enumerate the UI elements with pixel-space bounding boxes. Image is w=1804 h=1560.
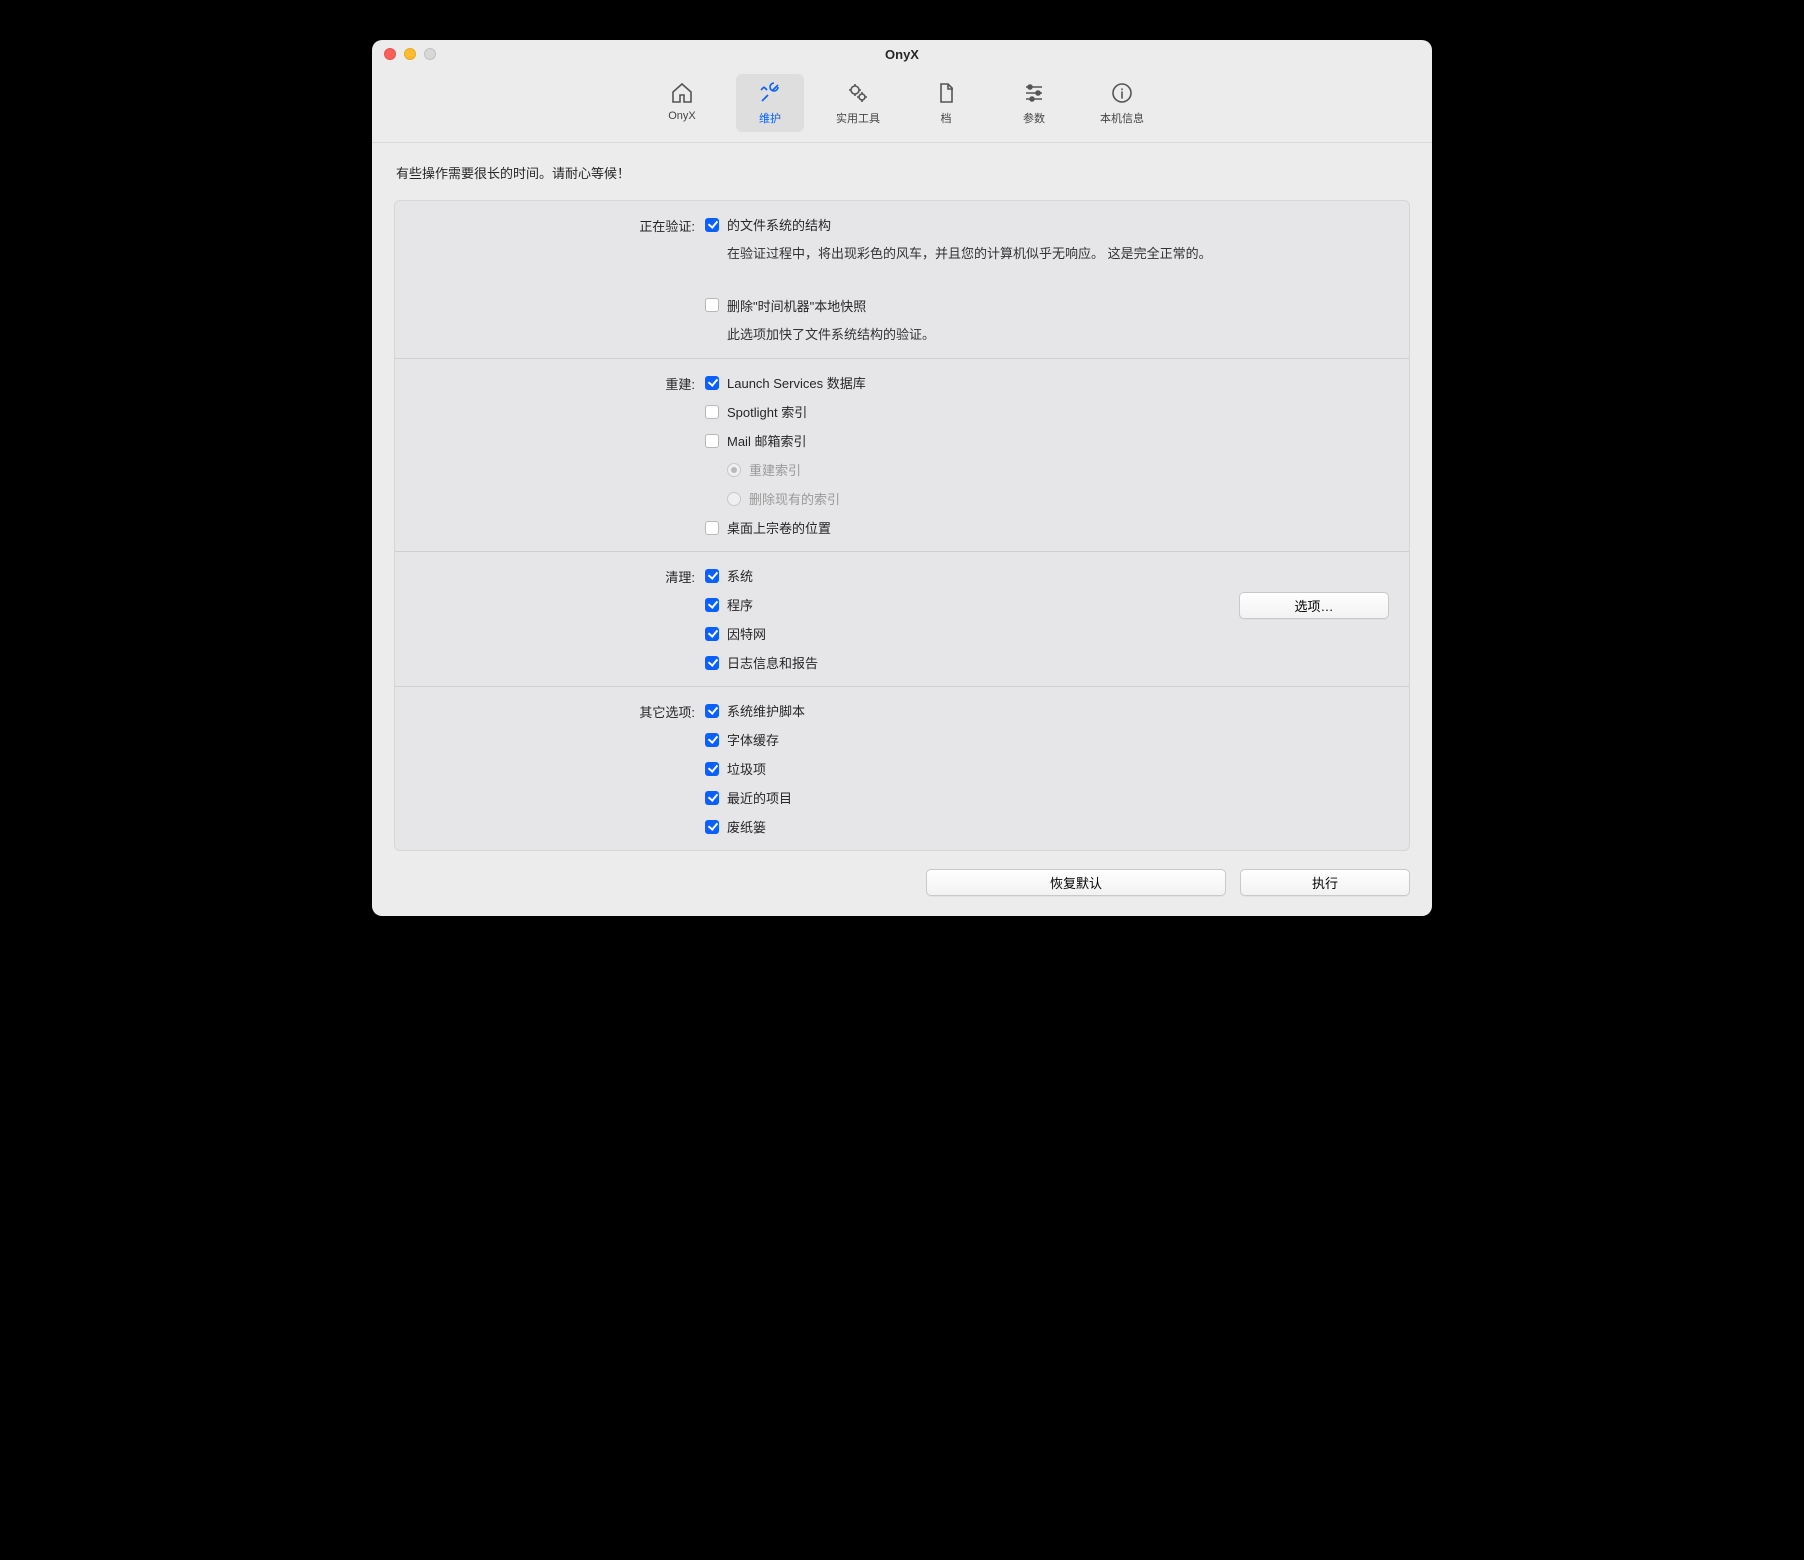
checkbox-clean-apps[interactable] — [705, 598, 719, 612]
titlebar: OnyX — [372, 40, 1432, 68]
section-label: 正在验证: — [395, 215, 705, 344]
settings-panel: 正在验证: 的文件系统的结构 在验证过程中，将出现彩色的风车，并且您的计算机似乎… — [394, 200, 1410, 851]
document-icon — [932, 80, 960, 106]
toolbar-item-utilities[interactable]: 实用工具 — [824, 74, 892, 132]
checkbox-mail-index[interactable] — [705, 434, 719, 448]
checkbox-clean-logs[interactable] — [705, 656, 719, 670]
section-label: 清理: — [395, 566, 705, 672]
app-window: OnyX OnyX 维护 实用工具 档 — [372, 40, 1432, 916]
checkbox-maint-scripts[interactable] — [705, 704, 719, 718]
checkbox-label: 桌面上宗卷的位置 — [727, 518, 831, 537]
checkbox-label: 删除"时间机器"本地快照 — [727, 296, 866, 315]
section-label: 其它选项: — [395, 701, 705, 836]
traffic-lights — [384, 48, 436, 60]
checkbox-junk[interactable] — [705, 762, 719, 776]
checkbox-spotlight[interactable] — [705, 405, 719, 419]
toolbar-label: 参数 — [1023, 110, 1045, 126]
section-label: 重建: — [395, 373, 705, 537]
checkbox-label: 系统维护脚本 — [727, 701, 805, 720]
footer-buttons: 恢复默认 执行 — [394, 869, 1410, 896]
section-other: 其它选项: 系统维护脚本 字体缓存 垃圾项 — [395, 686, 1409, 850]
toolbar-item-onyx[interactable]: OnyX — [648, 74, 716, 132]
checkbox-label: Spotlight 索引 — [727, 402, 807, 421]
section-verify: 正在验证: 的文件系统的结构 在验证过程中，将出现彩色的风车，并且您的计算机似乎… — [395, 201, 1409, 358]
tools-icon — [756, 80, 784, 106]
checkbox-label: 系统 — [727, 566, 753, 585]
radio-label: 删除现有的索引 — [749, 489, 840, 508]
info-icon — [1108, 80, 1136, 106]
checkbox-launch-services[interactable] — [705, 376, 719, 390]
checkbox-label: 日志信息和报告 — [727, 653, 818, 672]
checkbox-label: 的文件系统的结构 — [727, 215, 831, 234]
checkbox-recent-items[interactable] — [705, 791, 719, 805]
checkbox-trash[interactable] — [705, 820, 719, 834]
checkbox-label: 最近的项目 — [727, 788, 792, 807]
zoom-window-button[interactable] — [424, 48, 436, 60]
minimize-window-button[interactable] — [404, 48, 416, 60]
sliders-icon — [1020, 80, 1048, 106]
checkbox-label: 垃圾项 — [727, 759, 766, 778]
toolbar-label: 维护 — [759, 110, 781, 126]
toolbar-label: 档 — [941, 110, 952, 126]
checkbox-label: 废纸篓 — [727, 817, 766, 836]
checkbox-label: 程序 — [727, 595, 753, 614]
radio-label: 重建索引 — [749, 460, 801, 479]
checkbox-label: 因特网 — [727, 624, 766, 643]
checkbox-font-cache[interactable] — [705, 733, 719, 747]
checkbox-tm-snapshots[interactable] — [705, 298, 719, 312]
fs-structure-description: 在验证过程中，将出现彩色的风车，并且您的计算机似乎无响应。 这是完全正常的。 — [727, 244, 1389, 264]
checkbox-clean-system[interactable] — [705, 569, 719, 583]
main-toolbar: OnyX 维护 实用工具 档 参数 — [372, 68, 1432, 143]
toolbar-item-maintenance[interactable]: 维护 — [736, 74, 804, 132]
radio-mail-rebuild[interactable] — [727, 463, 741, 477]
home-icon — [668, 80, 696, 106]
section-clean: 清理: 系统 程序 因特网 — [395, 551, 1409, 686]
checkbox-label: Mail 邮箱索引 — [727, 431, 806, 450]
restore-defaults-button[interactable]: 恢复默认 — [926, 869, 1226, 896]
radio-mail-delete[interactable] — [727, 492, 741, 506]
window-title: OnyX — [372, 47, 1432, 62]
toolbar-item-parameters[interactable]: 参数 — [1000, 74, 1068, 132]
toolbar-item-info[interactable]: 本机信息 — [1088, 74, 1156, 132]
toolbar-label: 本机信息 — [1100, 110, 1144, 126]
section-rebuild: 重建: Launch Services 数据库 Spotlight 索引 Mai… — [395, 358, 1409, 551]
checkbox-label: Launch Services 数据库 — [727, 373, 866, 392]
notice-text: 有些操作需要很长的时间。请耐心等候！ — [396, 163, 1410, 182]
checkbox-desktop-volumes[interactable] — [705, 521, 719, 535]
execute-button[interactable]: 执行 — [1240, 869, 1410, 896]
options-button[interactable]: 选项… — [1239, 592, 1389, 619]
gears-icon — [844, 80, 872, 106]
checkbox-clean-internet[interactable] — [705, 627, 719, 641]
close-window-button[interactable] — [384, 48, 396, 60]
content-area: 有些操作需要很长的时间。请耐心等候！ 正在验证: 的文件系统的结构 在验证过程中… — [372, 143, 1432, 916]
toolbar-label: 实用工具 — [836, 110, 880, 126]
checkbox-label: 字体缓存 — [727, 730, 779, 749]
toolbar-label: OnyX — [668, 110, 696, 122]
checkbox-fs-structure[interactable] — [705, 218, 719, 232]
tm-snapshots-description: 此选项加快了文件系统结构的验证。 — [727, 325, 1389, 345]
toolbar-item-files[interactable]: 档 — [912, 74, 980, 132]
